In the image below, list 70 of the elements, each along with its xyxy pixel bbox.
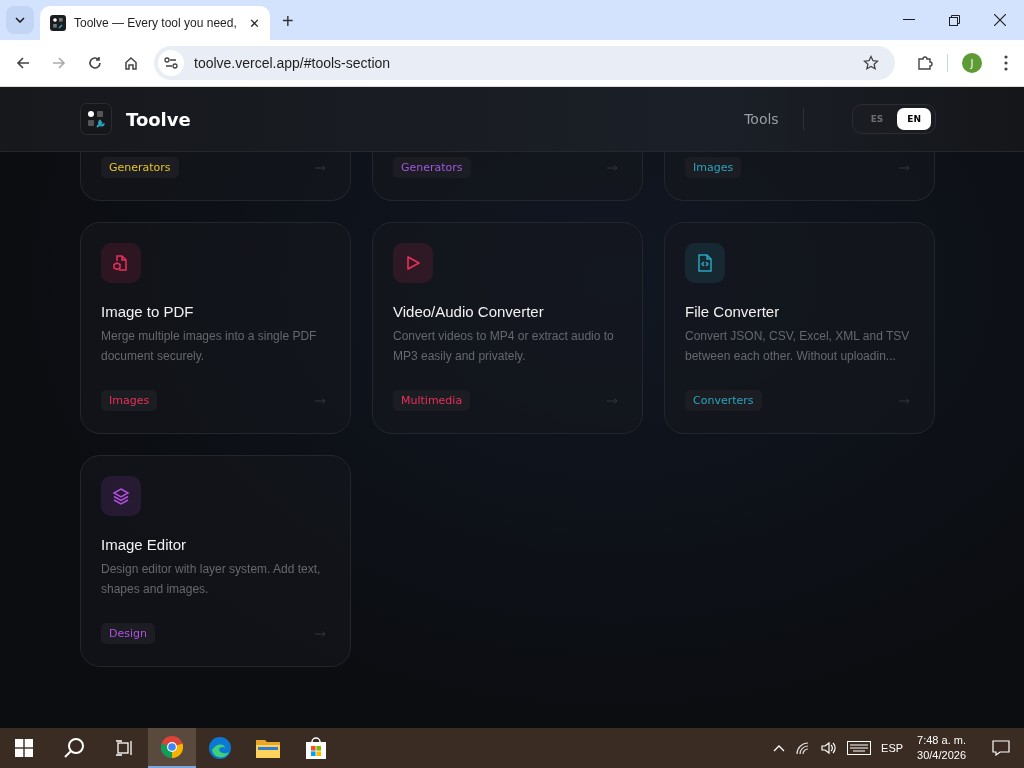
arrow-icon	[899, 165, 910, 171]
play-icon	[405, 255, 421, 271]
keyboard-icon[interactable]	[847, 741, 872, 755]
chrome-icon	[160, 735, 184, 759]
windows-start-icon[interactable]	[15, 739, 33, 757]
card-title: Image to PDF	[101, 303, 195, 320]
chevron-up-icon[interactable]	[773, 744, 786, 752]
category-tag: Images	[685, 157, 742, 178]
site-settings-icon[interactable]	[158, 50, 184, 76]
address-bar[interactable]: toolve.vercel.app/#tools-section	[154, 46, 895, 80]
file-icon	[112, 254, 130, 272]
tool-card[interactable]: Video/Audio Converter Convert videos to MP4 or extract audio to MP3 easily and privately. Multimedia	[372, 222, 643, 434]
tool-card[interactable]: Image Editor Design editor with layer system. Add text, shapes and images. Design	[80, 455, 351, 667]
clock-date[interactable]: 30/4/2026	[917, 748, 966, 763]
chevron-down-icon	[15, 17, 25, 23]
star-icon[interactable]	[863, 55, 879, 71]
card-description: Merge multiple images into a single PDF document securely.	[101, 328, 318, 365]
card-title: Image Editor	[101, 536, 188, 553]
tool-card[interactable]: File Converter Convert JSON, CSV, Excel, XML and TSV between each other. Without uploadin... Converters	[664, 222, 935, 434]
card-title: File Converter	[685, 303, 781, 320]
tool-card[interactable]: Generators	[372, 152, 643, 201]
arrow-icon	[315, 630, 326, 637]
arrow-icon	[607, 165, 618, 171]
edge-icon	[208, 736, 232, 760]
code-file-icon	[697, 254, 713, 272]
puzzle-icon[interactable]	[917, 55, 933, 71]
tools-link[interactable]: Tools	[744, 111, 779, 127]
card-description: Convert JSON, CSV, Excel, XML and TSV between each other. Without uploadin...	[685, 328, 911, 365]
notification-icon[interactable]	[992, 740, 1010, 756]
menu-icon[interactable]	[1004, 55, 1008, 71]
search-icon[interactable]	[63, 737, 85, 759]
reload-icon[interactable]	[88, 56, 102, 70]
task-view-icon[interactable]	[115, 740, 133, 756]
brand-name[interactable]: Toolve	[126, 108, 191, 130]
card-description: Convert videos to MP4 or extract audio to MP3 easily and privately.	[393, 328, 615, 365]
clock-time[interactable]: 7:48 a. m.	[917, 733, 966, 748]
category-tag: Generators	[393, 157, 471, 178]
category-tag: Generators	[101, 157, 179, 178]
tool-card[interactable]: Images	[664, 152, 935, 201]
folder-icon	[256, 738, 280, 758]
logo-icon[interactable]	[80, 103, 112, 135]
category-tag: Converters	[685, 390, 762, 411]
category-tag: Design	[101, 623, 155, 644]
layers-icon	[112, 487, 130, 505]
speaker-icon[interactable]	[821, 741, 838, 755]
new-tab-button[interactable]: +	[276, 10, 300, 33]
restore-icon[interactable]	[949, 14, 960, 26]
close-tab-button[interactable]: ✕	[249, 15, 260, 31]
store-icon	[304, 736, 328, 760]
app-logo-icon	[50, 15, 66, 31]
arrow-icon	[315, 165, 326, 171]
home-icon[interactable]	[124, 56, 138, 70]
url-text: toolve.vercel.app/#tools-section	[194, 55, 392, 71]
tab-title: Toolve — Every tool you need,	[74, 16, 238, 30]
input-language[interactable]: ESP	[881, 742, 904, 754]
card-description: Design editor with layer system. Add text, shapes and images.	[101, 561, 322, 598]
category-tag: Images	[101, 390, 158, 411]
category-tag: Multimedia	[393, 390, 471, 411]
tab-list-button[interactable]	[6, 6, 34, 34]
tool-card[interactable]: Image to PDF Merge multiple images into a single PDF document securely. Images	[80, 222, 351, 434]
arrow-icon	[315, 397, 326, 404]
back-icon[interactable]	[16, 56, 30, 70]
tool-card[interactable]: Generators	[80, 152, 351, 201]
browser-tab[interactable]: Toolve — Every tool you need, ✕	[40, 6, 270, 40]
language-option[interactable]: EN	[897, 108, 931, 130]
card-title: Video/Audio Converter	[393, 303, 545, 320]
arrow-icon	[899, 397, 910, 404]
arrow-icon	[607, 397, 618, 404]
close-icon[interactable]	[994, 14, 1006, 26]
minimize-icon[interactable]	[903, 19, 915, 21]
